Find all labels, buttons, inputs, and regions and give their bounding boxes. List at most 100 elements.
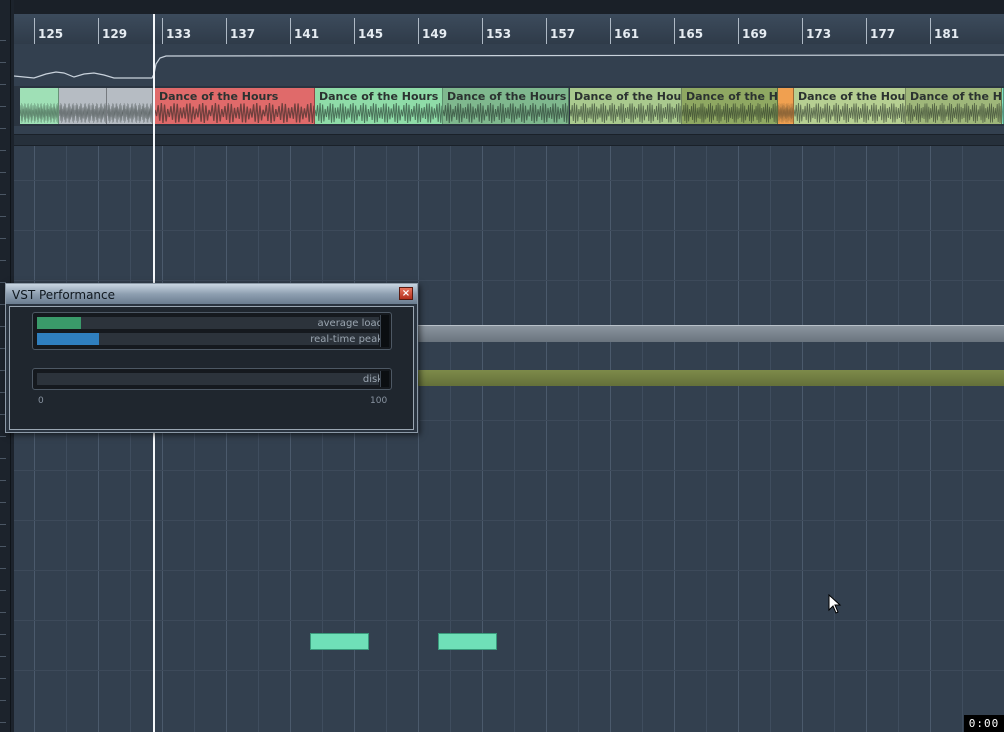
track-list-tick <box>0 260 6 261</box>
ruler-tick <box>802 18 803 44</box>
audio-event[interactable]: Dance of the Hours <box>443 88 569 124</box>
vst-performance-window[interactable]: VST Performance × average load real-time… <box>5 283 418 433</box>
grid-line <box>674 146 675 732</box>
grid-line <box>258 146 259 732</box>
automation-lane[interactable] <box>14 44 1004 86</box>
grid-line <box>610 146 611 732</box>
grid-line <box>66 146 67 732</box>
audio-event[interactable] <box>59 88 107 124</box>
grid-line <box>738 146 739 732</box>
ruler-bar-label: 141 <box>294 27 320 41</box>
waveform <box>20 102 58 124</box>
track-list-tick <box>0 546 6 547</box>
track-list-tick <box>0 480 6 481</box>
grid-line <box>578 146 579 732</box>
track-list-tick <box>0 172 6 173</box>
waveform <box>906 102 1001 124</box>
track-list-tick <box>0 612 6 613</box>
waveform <box>778 102 793 124</box>
audio-event[interactable]: Dance of the Hours <box>155 88 315 124</box>
audio-event[interactable]: Dance of the Hours <box>682 88 778 124</box>
vst-performance-titlebar[interactable]: VST Performance × <box>6 284 417 304</box>
ruler-bar-label: 181 <box>934 27 960 41</box>
track-list-tick <box>0 238 6 239</box>
grid-line <box>962 146 963 732</box>
audio-event-label: Dance of the Hours <box>686 90 778 103</box>
ruler-bar-label: 153 <box>486 27 512 41</box>
track-list-tick <box>0 150 6 151</box>
track-list-tick <box>0 106 6 107</box>
midi-part[interactable] <box>438 633 497 650</box>
ruler-tick <box>98 18 99 44</box>
waveform <box>570 102 681 124</box>
ruler-bar-label: 169 <box>742 27 768 41</box>
track-list-tick <box>0 216 6 217</box>
track-list-tick <box>0 524 6 525</box>
audio-event[interactable] <box>20 88 59 124</box>
top-bar <box>0 0 1004 14</box>
cpu-meter-frame: average load real-time peak <box>32 312 392 350</box>
green-part-lane[interactable] <box>418 370 1004 386</box>
automation-curve <box>14 54 1004 79</box>
track-list-tick <box>0 40 6 41</box>
audio-event-label: Dance of the Hours <box>159 90 279 103</box>
track-list-tick <box>0 436 6 437</box>
audio-event[interactable]: Dance of the Hours <box>570 88 682 124</box>
track-list-tick <box>0 194 6 195</box>
time-readout: 0:00 <box>964 715 1004 732</box>
bar-ruler[interactable]: 125 129 133 137 141 145 149 153 157 161 165 169 173 1… <box>14 14 1004 45</box>
audio-event[interactable]: Dance of the Hours <box>906 88 1002 124</box>
audio-event[interactable] <box>107 88 153 124</box>
ruler-tick <box>866 18 867 44</box>
waveform <box>682 102 777 124</box>
waveform <box>107 102 152 124</box>
ruler-tick <box>226 18 227 44</box>
ruler-tick <box>610 18 611 44</box>
meter-end-cap <box>380 315 389 347</box>
ruler-bar-label: 125 <box>38 27 64 41</box>
realtime-peak-label: real-time peak <box>310 334 383 345</box>
track-list-tick <box>0 568 6 569</box>
ruler-tick <box>34 18 35 44</box>
audio-event[interactable] <box>778 88 794 124</box>
grid-line <box>194 146 195 732</box>
grid-line <box>802 146 803 732</box>
window-title: VST Performance <box>12 288 116 302</box>
ruler-tick <box>162 18 163 44</box>
track-list-tick <box>0 62 6 63</box>
grid-line <box>418 146 419 732</box>
mouse-pointer-icon <box>828 594 842 614</box>
audio-event-label: Dance of the Hours <box>574 90 682 103</box>
grid-line <box>642 146 643 732</box>
ruler-tick <box>418 18 419 44</box>
ruler-bar-label: 157 <box>550 27 576 41</box>
audio-event-label: Dance of the Hours <box>319 90 439 103</box>
grid-line <box>14 670 1004 671</box>
average-load-label: average load <box>317 318 384 329</box>
ruler-bar-label: 161 <box>614 27 640 41</box>
audio-event[interactable]: Dance of the Hours <box>315 88 443 124</box>
grid-line <box>866 146 867 732</box>
track-list-tick <box>0 502 6 503</box>
grid-line <box>14 570 1004 571</box>
ruler-bar-label: 173 <box>806 27 832 41</box>
audio-event-label: Dance of the Hours <box>798 90 906 103</box>
waveform <box>155 102 314 124</box>
ruler-bar-label: 145 <box>358 27 384 41</box>
midi-part[interactable] <box>310 633 369 650</box>
ruler-tick <box>354 18 355 44</box>
track-list-tick <box>0 128 6 129</box>
grid-line <box>34 146 35 732</box>
grey-part-lane[interactable] <box>418 325 1004 342</box>
grid-line <box>386 146 387 732</box>
track-list-tick <box>0 678 6 679</box>
grid-line <box>546 146 547 732</box>
close-icon[interactable]: × <box>399 287 413 300</box>
waveform <box>443 102 568 124</box>
ruler-bar-label: 133 <box>166 27 192 41</box>
grid-line <box>770 146 771 732</box>
track-list-tick <box>0 458 6 459</box>
audio-event[interactable]: Dance of the Hours <box>794 88 906 124</box>
grid-line <box>14 620 1004 621</box>
track-list-tick <box>0 656 6 657</box>
